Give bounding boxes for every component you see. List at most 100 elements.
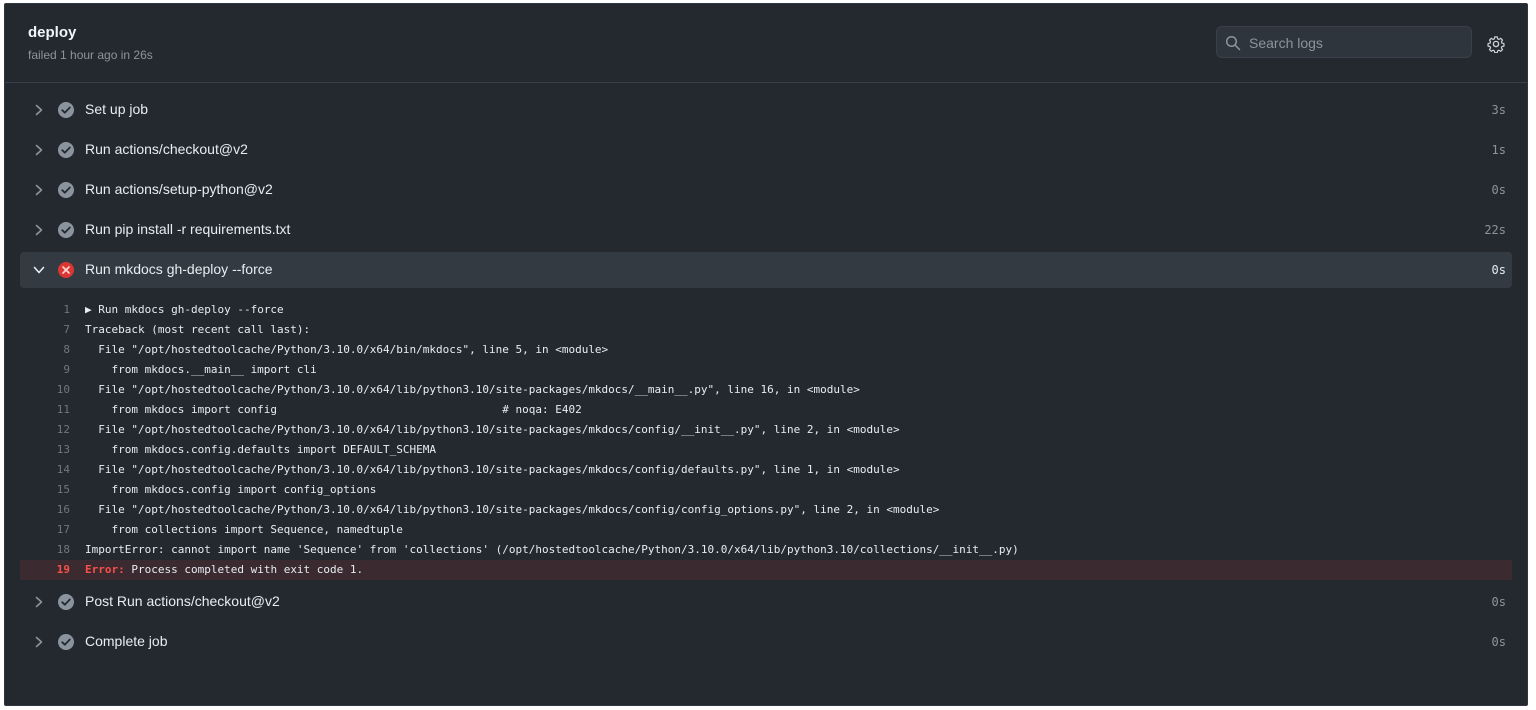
search-logs-box[interactable] [1216, 26, 1472, 59]
log-line: 1 ▶ Run mkdocs gh-deploy --force [20, 300, 1512, 320]
line-number: 7 [63, 323, 70, 336]
step-row[interactable]: Post Run actions/checkout@v2 0s [20, 584, 1512, 620]
step-label: Run actions/setup-python@v2 [85, 181, 273, 197]
log-line-text: File "/opt/hostedtoolcache/Python/3.10.0… [85, 383, 860, 396]
log-line-error: 19 Error: Process completed with exit cod… [20, 560, 1512, 580]
chevron-right-icon[interactable] [32, 595, 46, 609]
chevron-right-icon[interactable] [32, 183, 46, 197]
line-number: 16 [56, 503, 70, 516]
step-row[interactable]: Run actions/checkout@v2 1s [20, 132, 1512, 168]
line-number: 9 [63, 363, 70, 376]
check-circle-icon [58, 102, 74, 118]
step-duration: 0s [1491, 183, 1506, 197]
job-status-subtitle: failed 1 hour ago in 26s [28, 48, 153, 62]
step-row-failed[interactable]: Run mkdocs gh-deploy --force 0s [20, 252, 1512, 288]
step-label: Set up job [85, 101, 149, 117]
check-circle-icon [58, 182, 74, 198]
step-duration: 0s [1491, 263, 1506, 277]
check-circle-icon [58, 594, 74, 610]
x-circle-icon [58, 262, 74, 278]
step-label: Complete job [85, 633, 168, 649]
chevron-right-icon[interactable] [32, 103, 46, 117]
line-number: 8 [63, 343, 70, 356]
job-header: deploy failed 1 hour ago in 26s [5, 4, 1527, 83]
log-line-text: from mkdocs.__main__ import cli [85, 363, 317, 376]
log-text: from mkdocs.__main__ import cli [85, 360, 317, 380]
log-text: from mkdocs.config.defaults import DEFAU… [85, 440, 436, 460]
step-label: Run mkdocs gh-deploy --force [85, 261, 273, 277]
step-row[interactable]: Complete job 0s [20, 624, 1512, 660]
step-log-output: 1 ▶ Run mkdocs gh-deploy --force 7 Tracebac… [20, 292, 1512, 584]
chevron-down-icon[interactable] [32, 263, 46, 277]
log-line: 10 File "/opt/hostedtoolcache/Python/3.1… [20, 380, 1512, 400]
step-row[interactable]: Run pip install -r requirements.txt 22s [20, 212, 1512, 248]
line-number: 18 [56, 543, 70, 556]
error-tag: Error: [85, 563, 125, 576]
log-line-text: Run mkdocs gh-deploy --force [98, 303, 284, 316]
log-line-text: Process completed with exit code 1. [124, 563, 364, 576]
log-text: File "/opt/hostedtoolcache/Python/3.10.0… [85, 340, 608, 360]
check-circle-icon [58, 142, 74, 158]
check-circle-icon [58, 222, 74, 238]
log-line-text: File "/opt/hostedtoolcache/Python/3.10.0… [85, 463, 900, 476]
step-duration: 22s [1484, 223, 1506, 237]
log-text: ImportError: cannot import name 'Sequenc… [85, 540, 1019, 560]
log-line: 7 Traceback (most recent call last): [20, 320, 1512, 340]
log-line-text: File "/opt/hostedtoolcache/Python/3.10.0… [85, 423, 900, 436]
log-line: 18 ImportError: cannot import name 'Seque… [20, 540, 1512, 560]
step-label: Run pip install -r requirements.txt [85, 221, 291, 237]
line-number: 15 [56, 483, 70, 496]
log-text: from mkdocs.config import config_options [85, 480, 376, 500]
log-text: File "/opt/hostedtoolcache/Python/3.10.0… [85, 420, 900, 440]
log-text: File "/opt/hostedtoolcache/Python/3.10.0… [85, 460, 900, 480]
line-number: 11 [56, 403, 70, 416]
chevron-right-icon[interactable] [32, 143, 46, 157]
job-title: deploy [28, 24, 77, 41]
log-line: 11 from mkdocs import config # noqa: E40… [20, 400, 1512, 420]
log-text: from collections import Sequence, namedt… [85, 520, 402, 540]
log-line-text: from mkdocs import config # noqa: E402 [85, 403, 582, 416]
search-icon [1225, 35, 1241, 51]
log-text: ▶ Run mkdocs gh-deploy --force [85, 300, 284, 320]
step-duration: 3s [1491, 103, 1506, 117]
log-line: 13 from mkdocs.config.defaults import DE… [20, 440, 1512, 460]
step-row[interactable]: Run actions/setup-python@v2 0s [20, 172, 1512, 208]
check-circle-icon [58, 634, 74, 650]
line-number: 14 [56, 463, 70, 476]
search-logs-input[interactable] [1247, 27, 1471, 59]
step-label: Post Run actions/checkout@v2 [85, 593, 280, 609]
log-text: Traceback (most recent call last): [85, 320, 310, 340]
log-text: Error: Process completed with exit code … [85, 560, 363, 580]
expand-group-triangle-icon[interactable]: ▶ [85, 303, 98, 316]
log-line-text: File "/opt/hostedtoolcache/Python/3.10.0… [85, 503, 940, 516]
step-row[interactable]: Set up job 3s [20, 92, 1512, 128]
chevron-right-icon[interactable] [32, 223, 46, 237]
step-duration: 0s [1491, 595, 1506, 609]
step-duration: 1s [1491, 143, 1506, 157]
log-line: 16 File "/opt/hostedtoolcache/Python/3.1… [20, 500, 1512, 520]
log-text: File "/opt/hostedtoolcache/Python/3.10.0… [85, 380, 860, 400]
log-text: from mkdocs import config # noqa: E402 [85, 400, 582, 420]
log-line-text: ImportError: cannot import name 'Sequenc… [85, 543, 1019, 556]
line-number: 12 [56, 423, 70, 436]
log-line: 15 from mkdocs.config import config_opti… [20, 480, 1512, 500]
line-number: 1 [63, 303, 70, 316]
line-number: 10 [56, 383, 70, 396]
line-number: 13 [56, 443, 70, 456]
log-line-text: from mkdocs.config import config_options [85, 483, 377, 496]
log-line: 9 from mkdocs.__main__ import cli [20, 360, 1512, 380]
log-line: 8 File "/opt/hostedtoolcache/Python/3.10… [20, 340, 1512, 360]
log-line-text: File "/opt/hostedtoolcache/Python/3.10.0… [85, 343, 609, 356]
chevron-right-icon[interactable] [32, 635, 46, 649]
line-number: 17 [56, 523, 70, 536]
log-line: 12 File "/opt/hostedtoolcache/Python/3.1… [20, 420, 1512, 440]
log-line: 14 File "/opt/hostedtoolcache/Python/3.1… [20, 460, 1512, 480]
job-log-panel: deploy failed 1 hour ago in 26s Set up j… [4, 3, 1528, 706]
step-label: Run actions/checkout@v2 [85, 141, 248, 157]
line-number: 19 [56, 563, 70, 576]
log-line-text: from mkdocs.config.defaults import DEFAU… [85, 443, 436, 456]
log-line: 17 from collections import Sequence, nam… [20, 520, 1512, 540]
step-list: Set up job 3s Run actions/checkout@v2 1s Run… [20, 92, 1512, 664]
gear-icon[interactable] [1487, 35, 1505, 53]
step-duration: 0s [1491, 635, 1506, 649]
